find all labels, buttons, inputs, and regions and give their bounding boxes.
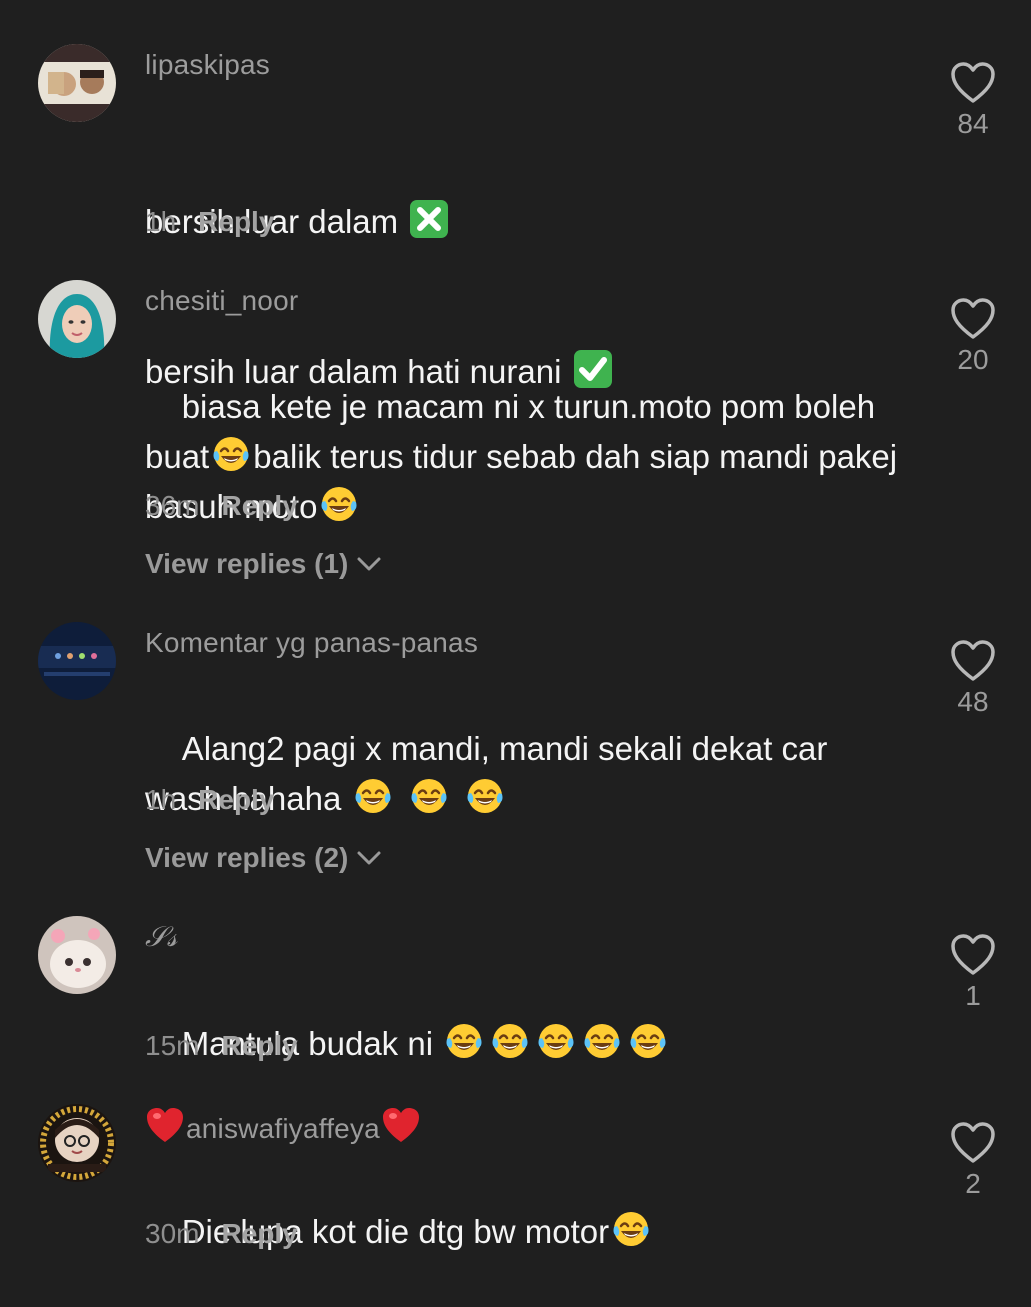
like-button[interactable]: 84	[938, 62, 1008, 140]
tears-of-joy-emoji	[211, 434, 251, 474]
reply-button[interactable]: Reply	[198, 784, 274, 815]
comment-username[interactable]: lipaskipas	[145, 49, 270, 81]
like-button[interactable]: 48	[938, 640, 1008, 718]
like-count: 48	[957, 686, 989, 717]
tears-of-joy-emoji	[444, 1021, 484, 1061]
comment-meta: 30m Reply	[145, 1218, 298, 1250]
reply-button[interactable]: Reply	[198, 206, 274, 237]
chevron-down-icon	[357, 557, 381, 571]
chevron-down-icon	[357, 851, 381, 865]
avatar[interactable]	[38, 622, 116, 700]
comment-time: 15m	[145, 1030, 200, 1061]
heart-outline-icon	[951, 62, 995, 103]
avatar[interactable]	[38, 1104, 116, 1182]
like-button[interactable]: 1	[938, 934, 1008, 1012]
like-count: 1	[965, 980, 981, 1011]
red-heart-emoji	[381, 1106, 421, 1151]
comment-meta: 36m Reply	[145, 490, 298, 522]
avatar[interactable]	[38, 916, 116, 994]
like-count: 20	[957, 344, 989, 375]
tears-of-joy-emoji	[353, 776, 393, 816]
comment-meta: 15m Reply	[145, 1030, 298, 1062]
tears-of-joy-emoji	[611, 1209, 651, 1249]
view-replies-label: View replies (1)	[145, 548, 349, 579]
heart-outline-icon	[951, 1122, 995, 1163]
comment-meta: 1h Reply	[145, 784, 274, 816]
reply-button[interactable]: Reply	[221, 1218, 297, 1249]
comment-text: biasa kete je macam ni x turun.moto pom …	[145, 332, 915, 582]
view-replies-label: View replies (2)	[145, 842, 349, 873]
comment-time: 36m	[145, 490, 200, 521]
tears-of-joy-emoji	[319, 484, 359, 524]
view-replies-button[interactable]: View replies (2)	[145, 842, 382, 874]
like-button[interactable]: 20	[938, 298, 1008, 376]
comment-username[interactable]: aniswafiyaffeya	[145, 1106, 421, 1151]
heart-outline-icon	[951, 640, 995, 681]
view-replies-button[interactable]: View replies (1)	[145, 548, 382, 580]
comment-time: 1h	[145, 206, 177, 237]
reply-button[interactable]: Reply	[221, 490, 297, 521]
red-heart-emoji	[145, 1106, 185, 1151]
heart-outline-icon	[951, 934, 995, 975]
heart-outline-icon	[951, 298, 995, 339]
comment-username-text: aniswafiyaffeya	[186, 1112, 380, 1144]
tears-of-joy-emoji	[409, 776, 449, 816]
comment-username[interactable]: Komentar yg panas-panas	[145, 627, 478, 659]
like-count: 2	[965, 1168, 981, 1199]
comment-meta: 1h Reply	[145, 206, 274, 238]
reply-button[interactable]: Reply	[221, 1030, 297, 1061]
tears-of-joy-emoji	[465, 776, 505, 816]
comment-username[interactable]: chesiti_noor	[145, 285, 298, 317]
avatar[interactable]	[38, 44, 116, 122]
tears-of-joy-emoji	[628, 1021, 668, 1061]
like-count: 84	[957, 108, 989, 139]
comment-username[interactable]: 𝒮𝓈	[145, 920, 177, 954]
cross-mark-emoji	[409, 199, 449, 239]
comment-time: 1h	[145, 784, 177, 815]
comment-time: 30m	[145, 1218, 200, 1249]
tears-of-joy-emoji	[536, 1021, 576, 1061]
avatar[interactable]	[38, 280, 116, 358]
like-button[interactable]: 2	[938, 1122, 1008, 1200]
tears-of-joy-emoji	[490, 1021, 530, 1061]
tears-of-joy-emoji	[582, 1021, 622, 1061]
